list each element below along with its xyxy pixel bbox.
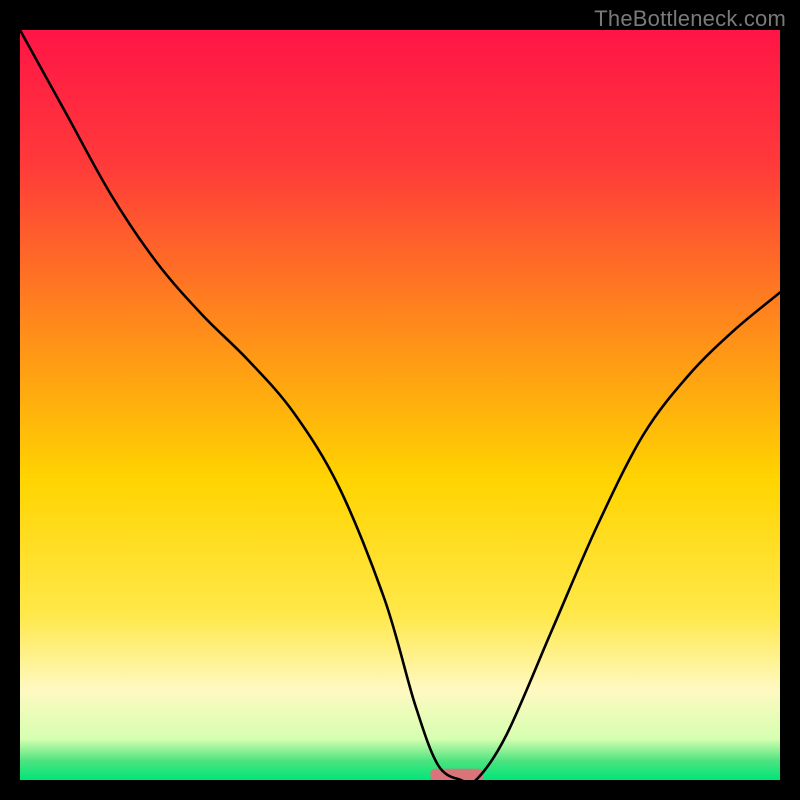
gradient-background — [20, 30, 780, 780]
watermark-text: TheBottleneck.com — [594, 6, 786, 32]
plot-area — [20, 30, 780, 780]
chart-frame: TheBottleneck.com — [0, 0, 800, 800]
bottleneck-chart — [20, 30, 780, 780]
